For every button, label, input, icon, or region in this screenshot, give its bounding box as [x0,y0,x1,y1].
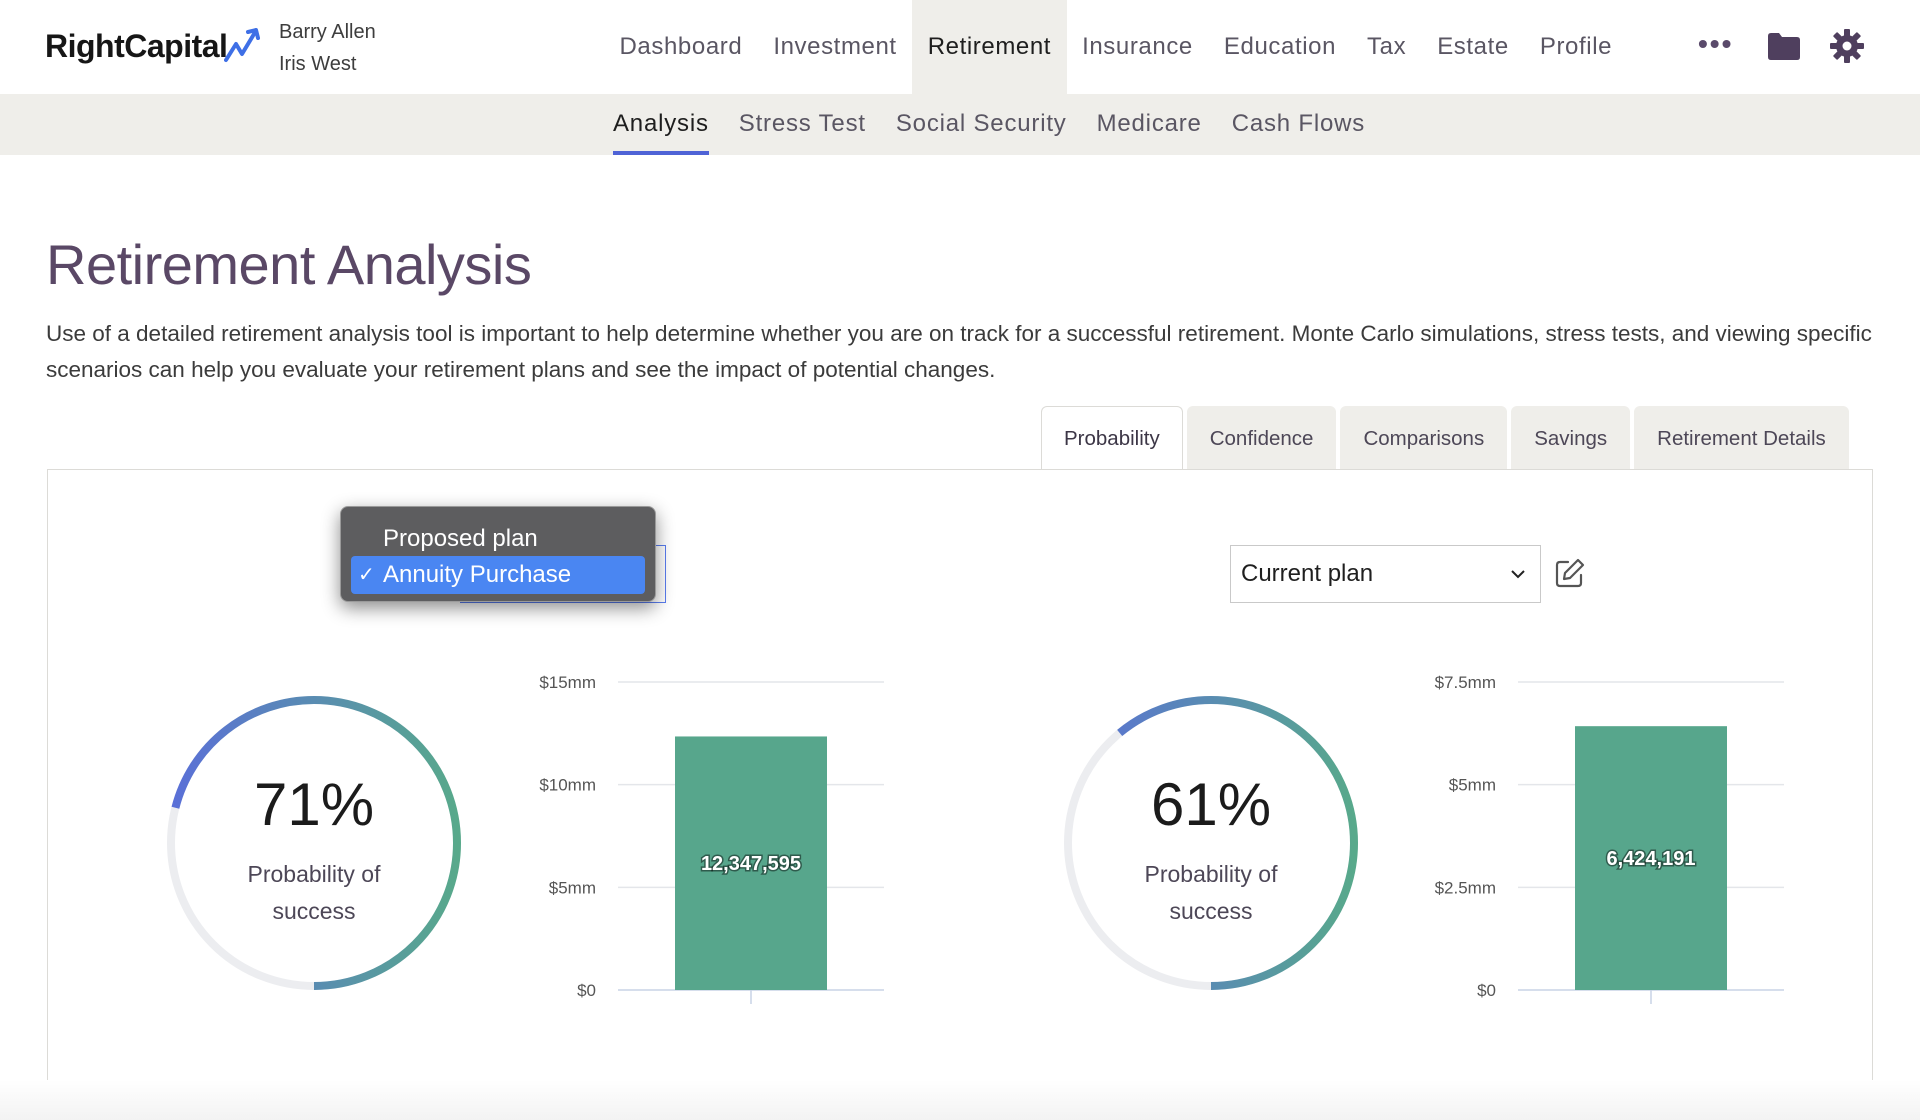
probability-gauge-right: 61% Probability of success [1060,692,1362,994]
tab-retirement-details[interactable]: Retirement Details [1634,406,1849,470]
client-names[interactable]: Barry Allen Iris West [279,16,376,80]
folder-icon[interactable] [1766,30,1802,62]
y-tick-label: $7.5mm [1435,673,1496,692]
bar-value-label: 12,347,595 [701,853,801,875]
main-nav: Dashboard Investment Retirement Insuranc… [604,0,1628,94]
tab-probability[interactable]: Probability [1041,406,1183,471]
page-description: Use of a detailed retirement analysis to… [46,321,1872,382]
edit-icon[interactable] [1554,557,1586,589]
nav-estate[interactable]: Estate [1422,0,1525,94]
wealth-bar-chart-left: $0 $5mm $10mm $15mm 12,347,595 [539,673,884,1004]
client-secondary: Iris West [279,53,357,75]
nav-education[interactable]: Education [1208,0,1351,94]
chevron-down-icon [1511,570,1525,579]
nav-investment[interactable]: Investment [758,0,912,94]
probability-label-line1: Probability of [247,861,381,887]
probability-label-line1: Probability of [1144,861,1278,887]
page-title: Retirement Analysis [46,233,532,296]
checkmark-icon: ✓ [358,564,375,586]
option-label: Annuity Purchase [383,561,572,588]
plan-dropdown-menu: Proposed plan ✓ Annuity Purchase [340,506,656,602]
y-tick-label: $0 [577,981,596,1000]
y-tick-label: $15mm [539,673,596,692]
y-tick-label: $0 [1477,981,1496,1000]
logo[interactable]: RightCapital [45,28,228,65]
probability-gauge-left: 71% Probability of success [163,692,465,994]
nav-profile[interactable]: Profile [1524,0,1627,94]
option-label: Proposed plan [383,525,538,552]
dropdown-option-annuity-purchase[interactable]: ✓ Annuity Purchase [351,556,645,594]
y-tick-label: $5mm [1449,776,1496,795]
analysis-tabs: Probability Confidence Comparisons Savin… [1041,406,1849,471]
probability-label-line2: success [1169,898,1253,924]
subnav-social-security[interactable]: Social Security [881,94,1082,155]
wealth-bar-chart-right: $0 $2.5mm $5mm $7.5mm 6,424,191 [1435,673,1784,1004]
probability-label-line2: success [272,898,356,924]
nav-dashboard[interactable]: Dashboard [604,0,758,94]
gear-icon[interactable] [1829,28,1865,64]
sub-nav: Analysis Stress Test Social Security Med… [598,94,1380,155]
top-bar: RightCapital Barry Allen Iris West Dashb… [0,0,1920,94]
probability-percent: 61% [1150,771,1272,838]
nav-retirement[interactable]: Retirement [912,0,1067,94]
right-plan-select[interactable]: Current plan [1230,545,1541,603]
nav-insurance[interactable]: Insurance [1067,0,1209,94]
logo-arrow-icon [224,28,260,62]
subnav-stress-test[interactable]: Stress Test [724,94,881,155]
y-tick-label: $5mm [549,878,596,897]
bar-value-label: 6,424,191 [1607,848,1696,870]
y-tick-label: $2.5mm [1435,878,1496,897]
dropdown-option-proposed-plan[interactable]: Proposed plan [351,520,645,558]
more-options-icon[interactable]: ••• [1698,30,1736,58]
client-primary: Barry Allen [279,21,376,43]
probability-percent: 71% [253,771,375,838]
gauge-ring [167,696,461,990]
tab-savings[interactable]: Savings [1511,406,1631,470]
bottom-fade [0,1080,1920,1120]
gauge-ring [1064,696,1358,990]
y-tick-label: $10mm [539,776,596,795]
subnav-medicare[interactable]: Medicare [1082,94,1217,155]
nav-tax[interactable]: Tax [1352,0,1422,94]
tab-confidence[interactable]: Confidence [1186,406,1337,470]
subnav-cash-flows[interactable]: Cash Flows [1217,94,1380,155]
tab-comparisons[interactable]: Comparisons [1340,406,1508,470]
sub-nav-bar: Analysis Stress Test Social Security Med… [0,94,1920,155]
subnav-analysis[interactable]: Analysis [598,94,724,155]
right-plan-select-value: Current plan [1241,560,1374,587]
